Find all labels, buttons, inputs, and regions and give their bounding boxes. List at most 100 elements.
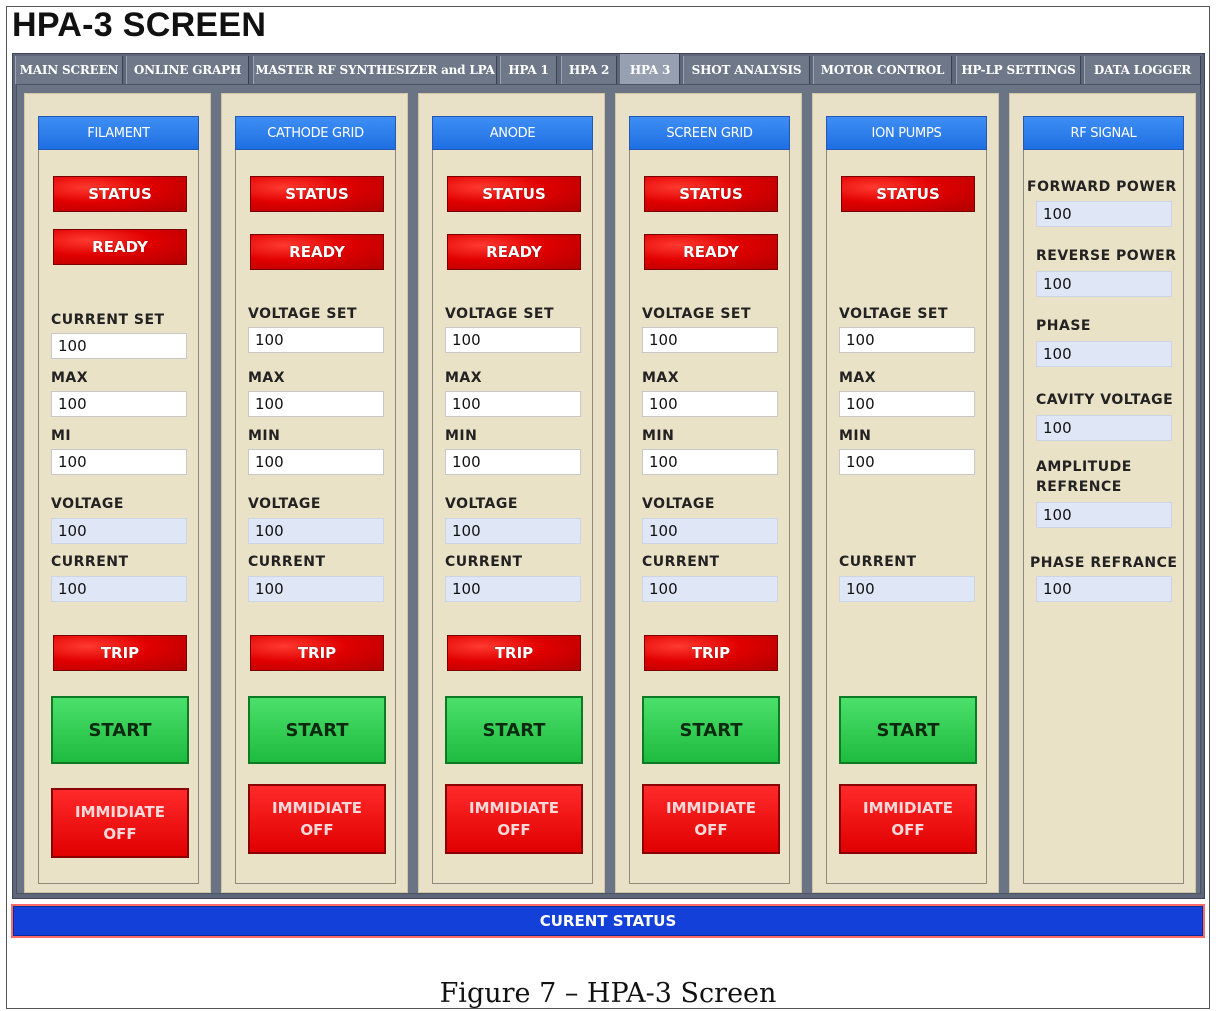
min-input[interactable]: 100 xyxy=(445,449,581,475)
tab-online-graph[interactable]: ONLINE GRAPH xyxy=(126,56,249,84)
max-input[interactable]: 100 xyxy=(445,391,581,417)
min-input[interactable]: 100 xyxy=(248,449,384,475)
tab-hpa-1[interactable]: HPA 1 xyxy=(500,56,557,84)
ready-indicator: READY xyxy=(250,234,384,270)
tab-data-logger[interactable]: DATA LOGGER xyxy=(1084,56,1201,84)
current-readout: 100 xyxy=(51,576,187,602)
panel-anode: ANODE STATUS READY VOLTAGE SET 100 MAX 1… xyxy=(418,93,605,893)
reverse-power-readout: 100 xyxy=(1036,271,1172,297)
immediate-off-button[interactable]: IMMIDIATE OFF xyxy=(248,784,386,854)
tab-motor-control[interactable]: MOTOR CONTROL xyxy=(813,56,952,84)
immediate-off-button[interactable]: IMMIDIATE OFF xyxy=(839,784,977,854)
start-button[interactable]: START xyxy=(839,696,977,764)
current-set-label: CURRENT SET xyxy=(51,312,165,328)
tab-hpa-3[interactable]: HPA 3 xyxy=(620,54,680,86)
panel-title: ANODE xyxy=(432,116,593,150)
min-label: MIN xyxy=(248,428,281,444)
ready-indicator: READY xyxy=(644,234,778,270)
voltage-readout: 100 xyxy=(642,518,778,544)
panel-title: SCREEN GRID xyxy=(629,116,790,150)
voltage-label: VOLTAGE xyxy=(445,496,518,512)
max-input[interactable]: 100 xyxy=(642,391,778,417)
ready-indicator: READY xyxy=(53,229,187,265)
tab-hp-lp-settings[interactable]: HP-LP SETTINGS xyxy=(956,56,1081,84)
voltage-set-label: VOLTAGE SET xyxy=(642,306,752,322)
tab-main-screen[interactable]: MAIN SCREEN xyxy=(15,56,123,84)
panel-title: FILAMENT xyxy=(38,116,199,150)
start-button[interactable]: START xyxy=(445,696,583,764)
voltage-readout: 100 xyxy=(51,518,187,544)
current-set-input[interactable]: 100 xyxy=(51,333,187,359)
voltage-label: VOLTAGE xyxy=(642,496,715,512)
max-label: MAX xyxy=(642,370,680,386)
tab-hpa-2[interactable]: HPA 2 xyxy=(561,56,617,84)
trip-indicator: TRIP xyxy=(53,635,187,671)
amplitude-reference-readout: 100 xyxy=(1036,502,1172,528)
figure-caption: Figure 7 – HPA-3 Screen xyxy=(439,978,777,1009)
min-label: MIN xyxy=(642,428,675,444)
max-input[interactable]: 100 xyxy=(248,391,384,417)
current-label: CURRENT xyxy=(642,554,720,570)
immediate-off-button[interactable]: IMMIDIATE OFF xyxy=(445,784,583,854)
current-readout: 100 xyxy=(445,576,581,602)
voltage-set-input[interactable]: 100 xyxy=(445,327,581,353)
voltage-set-input[interactable]: 100 xyxy=(248,327,384,353)
app-window: MAIN SCREEN ONLINE GRAPH MASTER RF SYNTH… xyxy=(12,53,1205,899)
voltage-label: VOLTAGE xyxy=(51,496,124,512)
tab-content: FILAMENT STATUS READY CURRENT SET 100 MA… xyxy=(16,84,1201,894)
voltage-label: VOLTAGE xyxy=(248,496,321,512)
status-indicator: STATUS xyxy=(644,176,778,212)
forward-power-label: FORWARD POWER xyxy=(1027,179,1177,195)
min-input[interactable]: 100 xyxy=(642,449,778,475)
panel-rf-signal: RF SIGNAL FORWARD POWER 100 REVERSE POWE… xyxy=(1009,93,1196,893)
current-label: CURRENT xyxy=(248,554,326,570)
min-label: MIN xyxy=(839,428,872,444)
immediate-off-button[interactable]: IMMIDIATE OFF xyxy=(642,784,780,854)
panel-ion-pumps: ION PUMPS STATUS VOLTAGE SET 100 MAX 100… xyxy=(812,93,999,893)
max-label: MAX xyxy=(445,370,483,386)
cavity-voltage-readout: 100 xyxy=(1036,415,1172,441)
voltage-set-input[interactable]: 100 xyxy=(839,327,975,353)
current-label: CURRENT xyxy=(51,554,129,570)
status-indicator: STATUS xyxy=(841,176,975,212)
trip-indicator: TRIP xyxy=(644,635,778,671)
voltage-readout: 100 xyxy=(248,518,384,544)
voltage-readout: 100 xyxy=(445,518,581,544)
tab-bar: MAIN SCREEN ONLINE GRAPH MASTER RF SYNTH… xyxy=(13,54,1204,86)
panel-filament: FILAMENT STATUS READY CURRENT SET 100 MA… xyxy=(24,93,211,893)
forward-power-readout: 100 xyxy=(1036,201,1172,227)
min-input[interactable]: 100 xyxy=(51,449,187,475)
status-indicator: STATUS xyxy=(447,176,581,212)
voltage-set-label: VOLTAGE SET xyxy=(445,306,555,322)
current-label: CURRENT xyxy=(839,554,917,570)
min-input[interactable]: 100 xyxy=(839,449,975,475)
current-status-bar: CURENT STATUS xyxy=(11,904,1205,938)
start-button[interactable]: START xyxy=(642,696,780,764)
status-indicator: STATUS xyxy=(250,176,384,212)
voltage-set-label: VOLTAGE SET xyxy=(248,306,358,322)
min-label: MI xyxy=(51,428,72,444)
phase-readout: 100 xyxy=(1036,341,1172,367)
start-button[interactable]: START xyxy=(248,696,386,764)
max-label: MAX xyxy=(839,370,877,386)
status-indicator: STATUS xyxy=(53,176,187,212)
current-label: CURRENT xyxy=(445,554,523,570)
tab-master-rf-synthesizer[interactable]: MASTER RF SYNTHESIZER and LPA xyxy=(253,56,497,84)
amplitude-reference-label: AMPLITUDE REFRENCE xyxy=(1036,459,1132,495)
current-status-label: CURENT STATUS xyxy=(13,906,1203,936)
start-button[interactable]: START xyxy=(51,696,189,764)
voltage-set-input[interactable]: 100 xyxy=(642,327,778,353)
panel-screen-grid: SCREEN GRID STATUS READY VOLTAGE SET 100… xyxy=(615,93,802,893)
app-title: HPA-3 SCREEN xyxy=(12,6,267,44)
max-input[interactable]: 100 xyxy=(51,391,187,417)
immediate-off-button[interactable]: IMMIDIATE OFF xyxy=(51,788,189,858)
voltage-set-label: VOLTAGE SET xyxy=(839,306,949,322)
current-readout: 100 xyxy=(839,576,975,602)
panel-cathode-grid: CATHODE GRID STATUS READY VOLTAGE SET 10… xyxy=(221,93,408,893)
current-readout: 100 xyxy=(642,576,778,602)
tab-shot-analysis[interactable]: SHOT ANALYSIS xyxy=(683,56,810,84)
panel-title: CATHODE GRID xyxy=(235,116,396,150)
panel-title: ION PUMPS xyxy=(826,116,987,150)
max-input[interactable]: 100 xyxy=(839,391,975,417)
phase-reference-readout: 100 xyxy=(1036,576,1172,602)
